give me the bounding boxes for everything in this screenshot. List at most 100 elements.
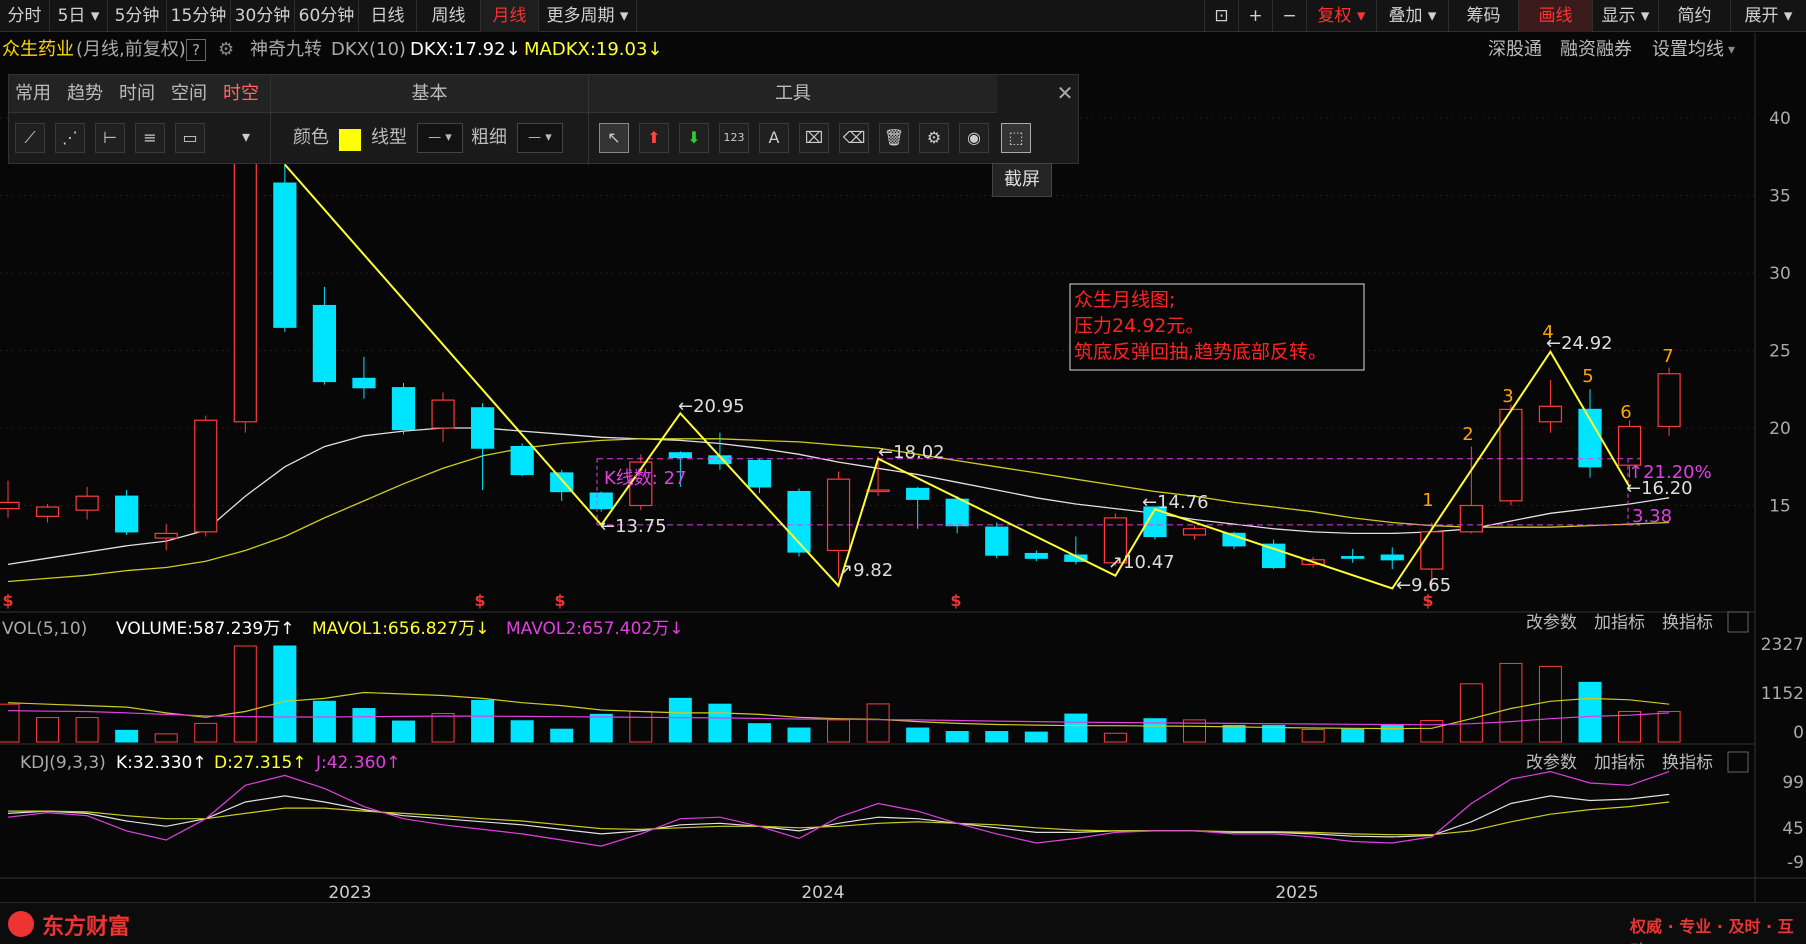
line-width-select[interactable]: — ▾: [517, 123, 563, 153]
brand-name: 东方财富: [42, 915, 131, 940]
volume-bar: [510, 720, 534, 743]
ruler-icon[interactable]: ⌧: [799, 123, 829, 153]
kdj-d: D:27.315↑: [214, 753, 307, 773]
kdj-tick: 99: [1782, 773, 1804, 793]
eye-icon[interactable]: ◉: [959, 123, 989, 153]
label-14-76: ←14.76: [1142, 492, 1209, 513]
drawing-toolbar-panel: 常用 趋势 时间 空间 时空 ⟋ ⋰ ⊢ ≡ ▭ ▾ 基本 颜色 线型 — ▾ …: [8, 74, 1079, 165]
time-zone-icon[interactable]: ⊢: [95, 123, 125, 153]
cursor-icon[interactable]: ↖: [599, 123, 629, 153]
sell-signal-icon: $: [950, 591, 961, 610]
tab-space[interactable]: 空间: [171, 75, 207, 113]
price-tick: 20: [1769, 419, 1791, 439]
annotation-line: 压力24.92元。: [1074, 315, 1204, 337]
candle-body: [194, 419, 218, 533]
candle-body: [668, 452, 692, 459]
color-swatch[interactable]: [339, 129, 361, 151]
candle-body: [233, 132, 257, 423]
fan-lines-icon[interactable]: ⋰: [55, 123, 85, 153]
candle-body: [75, 495, 99, 511]
volume-bar: [550, 728, 574, 743]
stock-chart-app: { "periods":["分时","5日","5分钟","15分钟","30分…: [0, 0, 1806, 944]
label-low-1047: ↗10.47: [1108, 552, 1175, 573]
color-label: 颜色: [293, 127, 329, 148]
basic-title: 基本: [271, 75, 588, 113]
tab-trend[interactable]: 趋势: [67, 75, 103, 113]
candle-body: [906, 487, 930, 500]
volume-bar: [1459, 683, 1483, 743]
candle-body: [352, 377, 376, 389]
volume-bar: [827, 719, 851, 743]
footer-bar: 东方财富 权威 · 专业 · 及时 · 互动: [0, 902, 1806, 944]
candle-body: [1024, 552, 1048, 559]
price-tick: 25: [1769, 342, 1791, 362]
candle-body: [1538, 405, 1563, 423]
screenshot-icon[interactable]: ⬚: [1001, 123, 1031, 153]
rectangle-icon[interactable]: ▭: [175, 123, 205, 153]
parallel-lines-icon[interactable]: ≡: [135, 123, 165, 153]
candle-body: [312, 304, 336, 383]
candle-body: [1182, 528, 1207, 536]
volume-bar: [233, 645, 257, 743]
close-icon[interactable]: ✕: [1052, 76, 1078, 110]
vol-label: VOL(5,10): [2, 619, 87, 639]
kdj-link-0: 改参数: [1526, 753, 1577, 773]
vol-close-icon: [1727, 611, 1749, 633]
vol-link-1: 加指标: [1594, 613, 1645, 633]
trendline-icon[interactable]: ⟋: [15, 123, 45, 153]
candle-body: [1657, 373, 1681, 428]
kdj-tick: 45: [1782, 819, 1804, 839]
volume-bar: [906, 727, 930, 743]
tab-time[interactable]: 时间: [119, 75, 155, 113]
up-arrow-icon[interactable]: ⬆: [639, 123, 669, 153]
volume-bar: [36, 717, 60, 743]
price-tick: 30: [1769, 264, 1791, 284]
kdj-d-line: [8, 801, 1670, 836]
candle-body: [1420, 531, 1444, 570]
settings-icon[interactable]: ⚙: [919, 123, 949, 153]
volume-bar: [115, 729, 139, 743]
volume-bar: [1578, 681, 1602, 743]
volume-bar: [1380, 724, 1404, 743]
kdj-k: K:32.330↑: [116, 753, 207, 773]
kdj-tick: -9: [1787, 853, 1804, 873]
volume-bar: [312, 700, 336, 743]
candle-body: [391, 387, 416, 431]
screenshot-tooltip: 截屏: [992, 163, 1052, 197]
wave-number: 1: [1422, 490, 1433, 511]
vol-tick: 0: [1793, 723, 1804, 743]
year-label: 2023: [328, 883, 371, 902]
volume-bar: [629, 710, 653, 743]
down-arrow-icon[interactable]: ⬇: [679, 123, 709, 153]
price-tick: 35: [1769, 187, 1791, 207]
volume-bar: [0, 703, 20, 743]
text-icon[interactable]: A: [759, 123, 789, 153]
eraser-icon[interactable]: ⌫: [839, 123, 869, 153]
wave-number: 6: [1620, 402, 1631, 423]
vol-link-0: 改参数: [1526, 613, 1577, 633]
candle-body: [115, 495, 139, 533]
tab-timespace[interactable]: 时空: [223, 75, 259, 113]
line-type-select[interactable]: — ▾: [417, 123, 463, 153]
candle-body: [1617, 425, 1642, 466]
vol-tick: 1152: [1761, 684, 1804, 704]
trash-icon[interactable]: 🗑: [879, 123, 909, 153]
tab-common[interactable]: 常用: [15, 75, 51, 113]
candle-body: [1459, 504, 1483, 533]
volume-bar: [1103, 732, 1127, 743]
number-icon[interactable]: 123: [719, 123, 749, 153]
annotation-line: 众生月线图;: [1074, 289, 1175, 311]
candle-body: [273, 182, 297, 328]
volume-bar: [1499, 662, 1523, 743]
chevron-down-icon[interactable]: ▾: [231, 123, 261, 153]
sell-signal-icon: $: [554, 591, 565, 610]
volume-bar: [1341, 728, 1365, 743]
volume-bar: [985, 731, 1009, 743]
candle-body: [1341, 556, 1365, 559]
label-high-2095: ←20.95: [678, 396, 745, 417]
kdj-link-2: 换指标: [1662, 753, 1713, 773]
basic-section: 基本 颜色 线型 — ▾ 粗细 — ▾: [271, 75, 589, 165]
kdj-k-line: [7, 793, 1670, 838]
candle-body: [471, 407, 495, 449]
annotation-line: 筑底反弹回抽,趋势底部反转。: [1074, 341, 1327, 363]
